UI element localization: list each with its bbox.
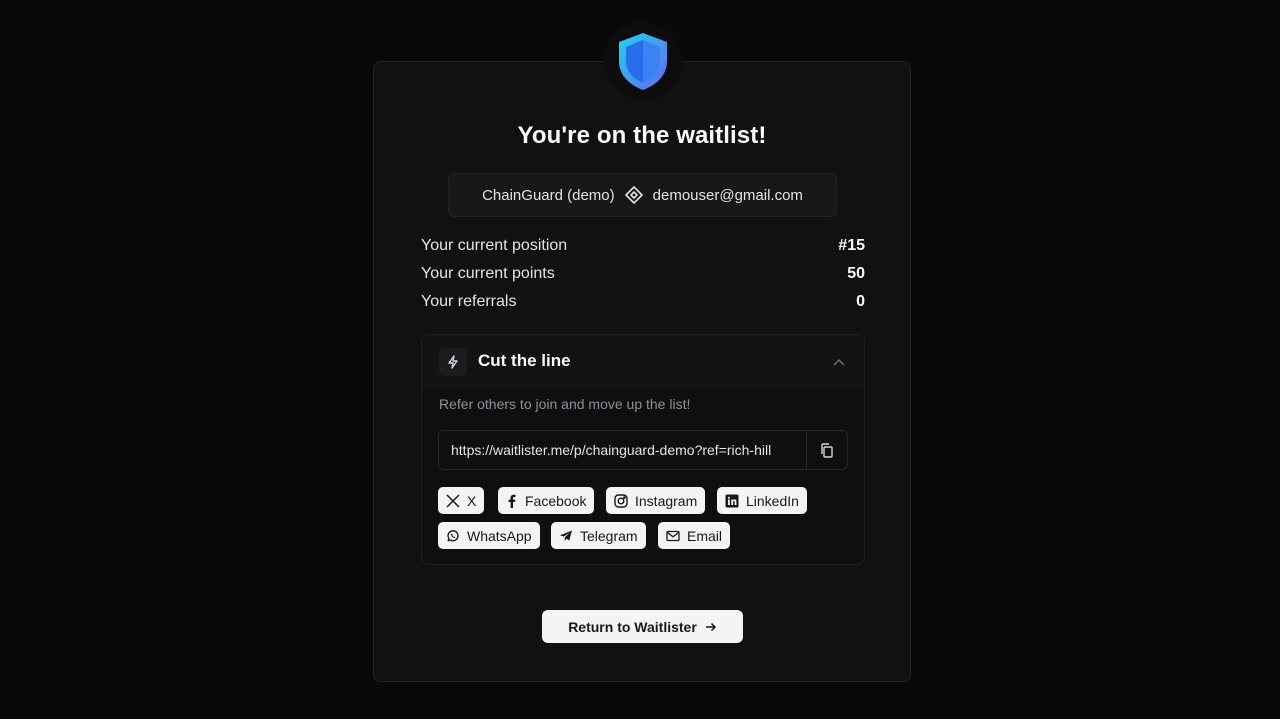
bolt-icon: [439, 348, 467, 376]
arrow-right-icon: [705, 622, 716, 631]
shield-logo-icon: [619, 33, 667, 90]
project-name: ChainGuard (demo): [482, 186, 615, 204]
cut-the-line-header[interactable]: Cut the line: [422, 335, 864, 389]
referral-link-field[interactable]: https://waitlister.me/p/chainguard-demo?…: [438, 430, 848, 470]
stat-value: 50: [847, 265, 865, 282]
share-label: Instagram: [635, 492, 698, 509]
share-label: X: [467, 492, 477, 509]
share-label: Email: [687, 527, 723, 544]
return-to-waitlister-button[interactable]: Return to Waitlister: [542, 610, 743, 643]
whatsapp-icon: [447, 529, 459, 541]
referral-url[interactable]: https://waitlister.me/p/chainguard-demo?…: [451, 431, 801, 469]
x-icon: [446, 493, 460, 508]
identity-box: ChainGuard (demo) demouser@gmail.com: [448, 173, 837, 217]
cut-the-line-panel: Cut the line Refer others to join and mo…: [421, 334, 865, 565]
linkedin-icon: [725, 494, 739, 507]
stat-referrals: Your referrals 0: [421, 290, 865, 314]
instagram-icon: [614, 493, 628, 508]
share-linkedin-button[interactable]: LinkedIn: [717, 487, 807, 514]
stat-value: 0: [856, 293, 865, 310]
user-email: demouser@gmail.com: [652, 186, 803, 204]
share-label: LinkedIn: [746, 492, 799, 509]
stat-position: Your current position #15: [421, 234, 865, 258]
stat-label: Your current points: [421, 265, 555, 282]
share-telegram-button[interactable]: Telegram: [551, 522, 646, 549]
stat-label: Your referrals: [421, 293, 517, 310]
copy-button[interactable]: [806, 431, 847, 469]
referral-description: Refer others to join and move up the lis…: [439, 396, 691, 412]
return-label: Return to Waitlister: [568, 618, 697, 635]
stat-label: Your current position: [421, 237, 568, 254]
share-x-button[interactable]: X: [438, 487, 485, 514]
page-title: You're on the waitlist!: [517, 122, 767, 149]
share-label: Telegram: [580, 527, 638, 544]
share-instagram-button[interactable]: Instagram: [606, 487, 706, 514]
panel-title: Cut the line: [478, 351, 571, 370]
share-label: Facebook: [525, 492, 587, 509]
stat-points: Your current points 50: [421, 262, 865, 286]
share-label: WhatsApp: [467, 527, 532, 544]
copy-icon: [821, 442, 833, 458]
tag-icon: [624, 186, 643, 204]
share-email-button[interactable]: Email: [658, 522, 731, 549]
mail-icon: [666, 530, 680, 541]
facebook-icon: [508, 494, 516, 508]
share-whatsapp-button[interactable]: WhatsApp: [438, 522, 540, 549]
share-facebook-button[interactable]: Facebook: [498, 487, 595, 514]
logo-badge: [604, 22, 682, 100]
telegram-icon: [560, 530, 572, 541]
chevron-up-icon[interactable]: [830, 353, 848, 371]
stat-value: #15: [838, 237, 865, 254]
